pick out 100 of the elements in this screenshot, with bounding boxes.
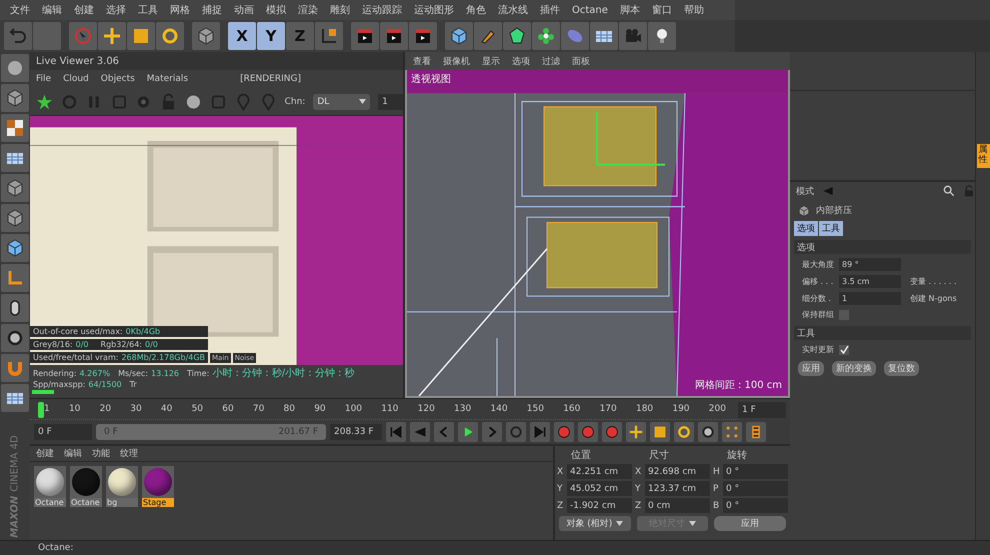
menu-item[interactable]: 过滤	[542, 54, 560, 68]
transport-button[interactable]	[746, 422, 766, 442]
menu-item[interactable]: Materials	[146, 74, 188, 84]
menu-item[interactable]: 纹理	[120, 447, 138, 460]
cube-icon	[6, 209, 24, 227]
menu-item[interactable]: 摄像机	[443, 54, 470, 68]
menu-item[interactable]: Octane	[566, 4, 614, 16]
menu-item[interactable]: 创建	[36, 447, 54, 460]
menu-item[interactable]: 查看	[413, 54, 431, 68]
menu-item[interactable]: 流水线	[492, 3, 534, 17]
mode-menu[interactable]: 模式	[796, 184, 814, 198]
toolbar-button[interactable]	[1, 294, 29, 322]
axis-toggle-button[interactable]: Y	[257, 22, 285, 50]
menu-item[interactable]: 捕捉	[196, 3, 228, 17]
action-button[interactable]: 复位数	[884, 361, 919, 376]
magnet-icon	[6, 359, 24, 377]
menu-item[interactable]: 帮助	[678, 3, 710, 17]
apply-button[interactable]: 应用	[714, 516, 786, 531]
toolbar-button[interactable]	[1, 384, 29, 412]
coordinate-field[interactable]: 123.37 cm	[645, 481, 710, 496]
attribute-tab[interactable]: 选项	[794, 221, 818, 236]
toolbar-button[interactable]	[315, 22, 343, 50]
material-name[interactable]: Stage	[142, 498, 174, 507]
timeline-ruler[interactable]: 1 10 20 30 40 50 60 70 80 90 100 110 120 130 140 150 160 170 180 190 200 1 F	[30, 398, 790, 420]
transport-button[interactable]	[554, 422, 574, 442]
menu-item[interactable]: 显示	[482, 54, 500, 68]
toolbar-button[interactable]	[1, 234, 29, 262]
toolbar-button[interactable]	[445, 22, 473, 50]
transport-button[interactable]	[650, 422, 670, 442]
frame-field[interactable]: 1 F	[738, 402, 786, 418]
menu-item[interactable]: 动画	[228, 3, 260, 17]
menu-item[interactable]: Cloud	[63, 74, 89, 84]
action-button[interactable]: 新的变换	[832, 361, 876, 376]
coordinate-field[interactable]: 42.251 cm	[567, 464, 632, 479]
transport-button[interactable]	[674, 422, 694, 442]
menu-item[interactable]: 模拟	[260, 3, 292, 17]
menu-item[interactable]: 脚本	[614, 3, 646, 17]
input-field[interactable]: 3.5 cm	[839, 275, 901, 288]
input-field[interactable]: 1	[839, 292, 901, 305]
toolbar-button[interactable]	[1, 84, 29, 112]
side-tab[interactable]: 属性	[976, 144, 990, 168]
checkbox[interactable]	[839, 344, 849, 354]
axis-toggle-button[interactable]: X	[228, 22, 256, 50]
menu-item[interactable]: 创建	[68, 3, 100, 17]
toolbar-button[interactable]	[192, 22, 220, 50]
menu-item[interactable]: File	[36, 74, 52, 84]
toolbar-button[interactable]	[648, 22, 676, 50]
menu-item[interactable]: 窗口	[646, 3, 678, 17]
coordinate-field[interactable]: 0 cm	[645, 498, 710, 513]
material-name[interactable]: bg	[106, 498, 138, 507]
menu-item[interactable]: 功能	[92, 447, 110, 460]
coordinate-field[interactable]: 45.052 cm	[567, 481, 632, 496]
transport-button[interactable]	[626, 422, 646, 442]
material-name[interactable]: Octane	[34, 498, 66, 507]
menu-item[interactable]: 角色	[460, 3, 492, 17]
attribute-tab[interactable]: 工具	[819, 221, 843, 236]
toolbar-button[interactable]	[590, 22, 618, 50]
coordinate-mode-dropdown[interactable]: 对象 (相对)	[559, 516, 631, 531]
menu-item[interactable]: 渲染	[292, 3, 324, 17]
checkbox[interactable]	[839, 310, 849, 320]
coordinate-field[interactable]: 0 °	[723, 498, 788, 513]
action-button[interactable]: 应用	[798, 361, 824, 376]
channel-dropdown[interactable]: DL	[313, 94, 370, 110]
toolbar-button[interactable]	[1, 324, 29, 352]
menu-item[interactable]: 文件	[4, 3, 36, 17]
menu-item[interactable]: Objects	[100, 74, 135, 84]
playhead[interactable]	[38, 402, 44, 418]
channel-index-field[interactable]: 1	[378, 94, 403, 110]
toolbar-button[interactable]	[503, 22, 531, 50]
menu-item[interactable]: 网格	[164, 3, 196, 17]
toolbar-button[interactable]	[532, 22, 560, 50]
coordinate-field[interactable]: 92.698 cm	[645, 464, 710, 479]
menu-item[interactable]: 运动跟踪	[356, 3, 408, 17]
coordinate-field[interactable]: 0 °	[723, 481, 788, 496]
menu-item[interactable]: 雕刻	[324, 3, 356, 17]
menu-item[interactable]: 选项	[512, 54, 530, 68]
lock-icon	[963, 185, 975, 197]
toolbar-button[interactable]	[1, 144, 29, 172]
transport-button[interactable]	[578, 422, 598, 442]
transport-button[interactable]	[698, 422, 718, 442]
toolbar-button[interactable]	[474, 22, 502, 50]
menu-item[interactable]: 面板	[572, 54, 590, 68]
transport-button[interactable]	[602, 422, 622, 442]
menu-item[interactable]: 编辑	[36, 3, 68, 17]
menu-item[interactable]: 编辑	[64, 447, 82, 460]
menu-item[interactable]: 运动图形	[408, 3, 460, 17]
end-frame-field[interactable]: 208.33 F	[330, 424, 382, 440]
menu-item[interactable]: 选择	[100, 3, 132, 17]
menu-item[interactable]: 工具	[132, 3, 164, 17]
square-icon	[653, 425, 667, 439]
toolbar-button[interactable]	[1, 174, 29, 202]
menu-item[interactable]: 插件	[534, 3, 566, 17]
toolbar-button[interactable]	[1, 114, 29, 142]
toolbar-button[interactable]	[1, 204, 29, 232]
transport-button[interactable]	[458, 422, 478, 442]
start-frame-field[interactable]: 0 F	[34, 424, 92, 440]
coordinate-field[interactable]: 0 °	[723, 464, 788, 479]
coordinate-field[interactable]: -1.902 cm	[567, 498, 632, 513]
input-field[interactable]: 89 °	[839, 258, 901, 271]
material-name[interactable]: Octane	[70, 498, 102, 507]
